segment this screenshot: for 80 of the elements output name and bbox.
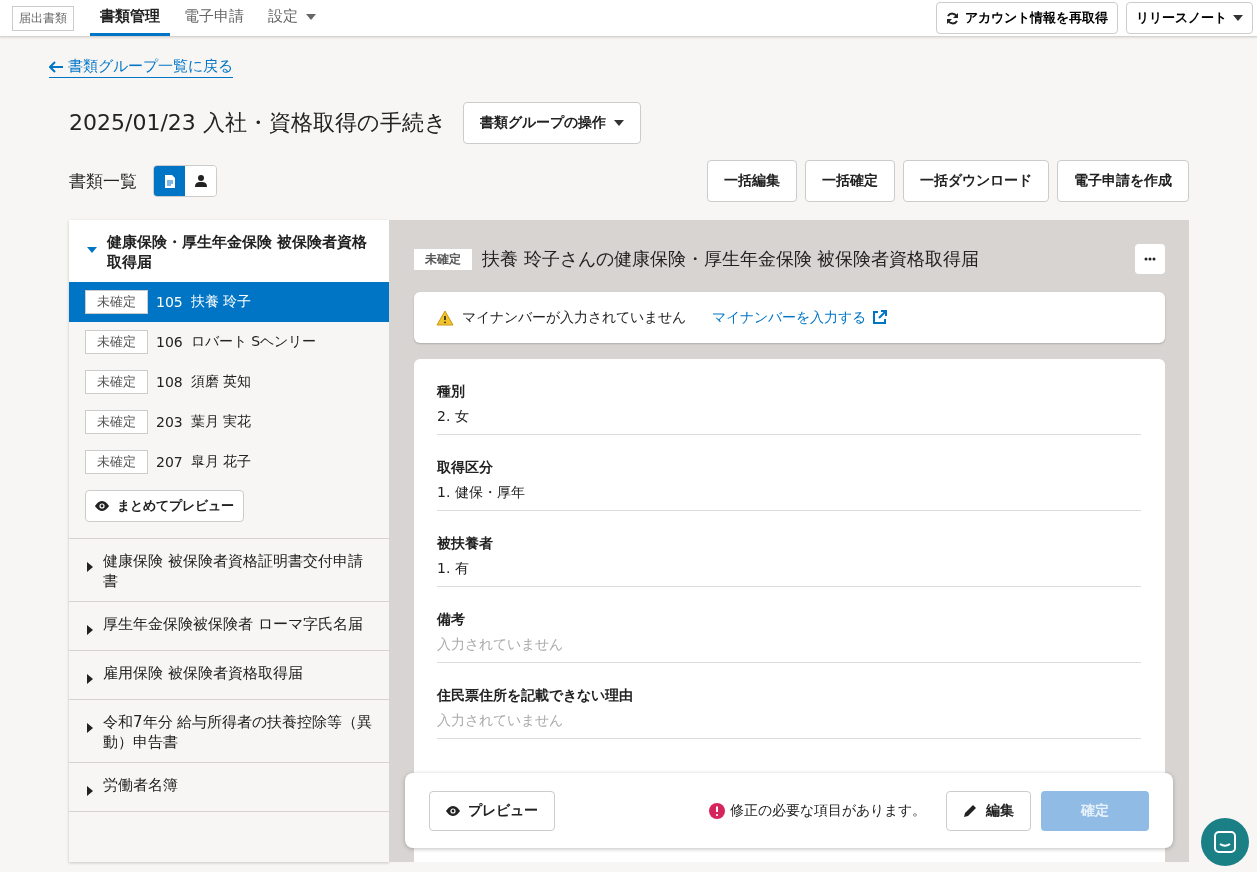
caret-icon bbox=[87, 625, 93, 635]
field-value: 入力されていません bbox=[437, 711, 564, 730]
warning-icon bbox=[436, 309, 454, 326]
external-link-icon bbox=[872, 310, 887, 325]
caret-icon bbox=[87, 723, 93, 733]
document-group-header[interactable]: 雇用保険 被保険者資格取得届 bbox=[69, 651, 389, 699]
status-badge: 未確定 bbox=[85, 370, 148, 394]
caret-icon bbox=[87, 247, 97, 253]
field-value: 1. 健保・厚年 bbox=[437, 483, 526, 502]
field-label: 備考 bbox=[437, 610, 466, 629]
document-list-item[interactable]: 未確定 106 ロバート Sヘンリー bbox=[69, 322, 389, 362]
document-title: 扶養 玲子さんの健康保険・厚生年金保険 被保険者資格取得届 bbox=[482, 247, 981, 271]
document-group-header[interactable]: 労働者名簿 bbox=[69, 763, 389, 811]
bulk-action-button[interactable]: 一括ダウンロード bbox=[903, 160, 1049, 202]
document-group-header[interactable]: 厚生年金保険被保険者 ローマ字氏名届 bbox=[69, 602, 389, 650]
chat-button[interactable] bbox=[1201, 818, 1249, 866]
caret-icon bbox=[613, 120, 624, 126]
more-icon bbox=[1144, 257, 1156, 261]
field-label: 取得区分 bbox=[437, 458, 494, 477]
caret-icon bbox=[87, 674, 93, 684]
employee-number: 105 bbox=[156, 294, 183, 310]
error-icon bbox=[709, 802, 725, 819]
document-group-header[interactable]: 令和7年分 給与所得者の扶養控除等（異動）申告書 bbox=[69, 700, 389, 762]
employee-number: 203 bbox=[156, 414, 183, 430]
status-badge: 未確定 bbox=[85, 290, 148, 314]
field-value: 1. 有 bbox=[437, 559, 470, 578]
pencil-icon bbox=[963, 803, 978, 818]
preview-button[interactable]: プレビュー bbox=[429, 790, 555, 831]
employee-number: 108 bbox=[156, 374, 183, 390]
nav-tab[interactable]: 書類管理 bbox=[90, 0, 170, 36]
field-label: 被扶養者 bbox=[437, 534, 494, 553]
section-heading: 書類一覧 bbox=[69, 169, 137, 193]
employee-number: 106 bbox=[156, 334, 183, 350]
employee-number: 207 bbox=[156, 454, 183, 470]
group-actions-button[interactable]: 書類グループの操作 bbox=[462, 102, 641, 144]
dropdown-button[interactable]: リリースノート bbox=[1126, 2, 1253, 34]
chat-icon bbox=[1214, 831, 1236, 853]
bulk-action-button[interactable]: 電子申請を作成 bbox=[1057, 160, 1189, 202]
field-label: 住民票住所を記載できない理由 bbox=[437, 686, 634, 705]
arrow-left-icon bbox=[49, 60, 63, 73]
status-badge: 未確定 bbox=[414, 248, 472, 270]
view-toggle-button[interactable] bbox=[154, 166, 185, 196]
view-toggle-button[interactable] bbox=[185, 166, 216, 196]
status-badge: 未確定 bbox=[85, 410, 148, 434]
bulk-action-button[interactable]: 一括確定 bbox=[805, 160, 895, 202]
employee-name: 皐月 花子 bbox=[190, 453, 252, 471]
bulk-action-button[interactable]: 一括編集 bbox=[707, 160, 797, 202]
back-link[interactable]: 書類グループ一覧に戻る bbox=[49, 57, 233, 78]
document-list-item[interactable]: 未確定 203 葉月 実花 bbox=[69, 402, 389, 442]
document-group-header[interactable]: 健康保険・厚生年金保険 被保険者資格取得届 bbox=[69, 220, 389, 282]
caret-icon bbox=[1233, 15, 1243, 21]
bulk-preview-button[interactable]: まとめてプレビュー bbox=[85, 490, 244, 522]
document-group-header[interactable]: 健康保険 被保険者資格証明書交付申請書 bbox=[69, 539, 389, 601]
edit-button[interactable]: 編集 bbox=[946, 790, 1031, 831]
employee-name: 須磨 英知 bbox=[190, 373, 252, 391]
refresh-button[interactable]: アカウント情報を再取得 bbox=[936, 2, 1118, 34]
eye-icon bbox=[95, 501, 109, 511]
mynumber-link[interactable]: マイナンバーを入力する bbox=[712, 308, 887, 327]
caret-icon bbox=[87, 562, 93, 572]
document-icon bbox=[164, 174, 175, 188]
employee-name: 扶養 玲子 bbox=[190, 293, 252, 311]
document-list-item[interactable]: 未確定 207 皐月 花子 bbox=[69, 442, 389, 482]
caret-icon bbox=[87, 786, 93, 796]
eye-icon bbox=[446, 805, 460, 816]
person-icon bbox=[194, 175, 207, 187]
nav-tab[interactable]: 設定 bbox=[258, 0, 326, 36]
nav-tab[interactable]: 電子申請 bbox=[174, 0, 254, 36]
field-value: 入力されていません bbox=[437, 635, 564, 654]
error-message: 修正の必要な項目があります。 bbox=[730, 801, 926, 820]
refresh-icon bbox=[946, 11, 959, 25]
status-badge: 未確定 bbox=[85, 450, 148, 474]
document-list-item[interactable]: 未確定 108 須磨 英知 bbox=[69, 362, 389, 402]
employee-name: ロバート Sヘンリー bbox=[190, 333, 317, 351]
page-title: 2025/01/23 入社・資格取得の手続き bbox=[69, 109, 447, 137]
employee-name: 葉月 実花 bbox=[190, 413, 252, 431]
status-badge: 未確定 bbox=[85, 330, 148, 354]
alert-message: マイナンバーが入力されていません bbox=[462, 308, 686, 327]
app-label: 届出書類 bbox=[12, 5, 74, 31]
field-label: 種別 bbox=[437, 382, 466, 401]
field-value: 2. 女 bbox=[437, 407, 470, 426]
